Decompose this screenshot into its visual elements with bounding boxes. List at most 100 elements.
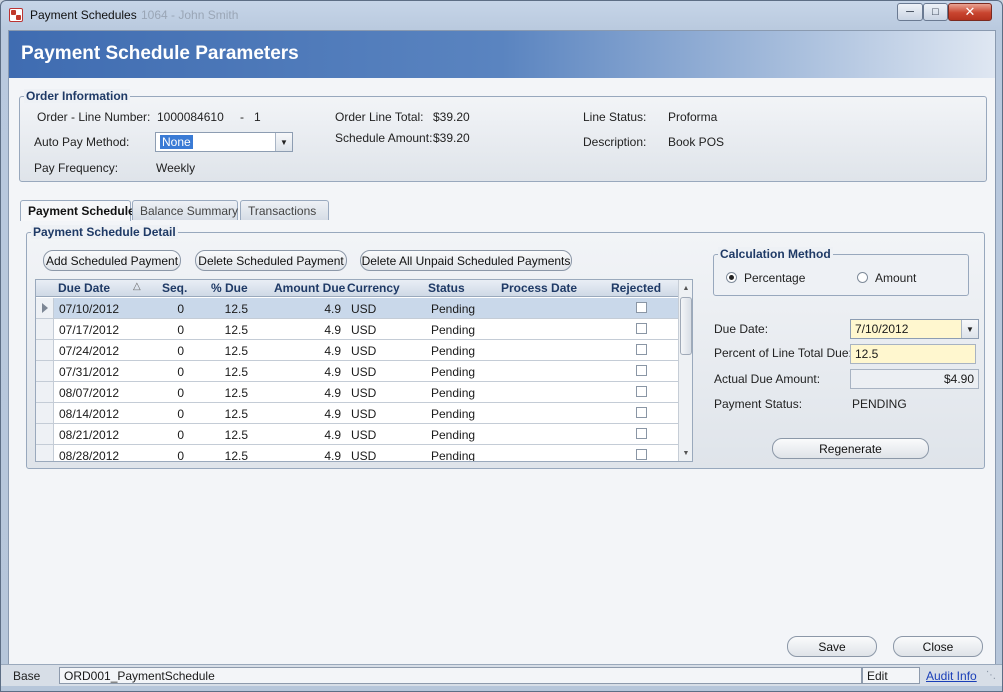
cell-currency: USD <box>351 365 377 379</box>
status-base: Base <box>13 669 41 683</box>
line-number-value: 1 <box>254 110 261 124</box>
row-selector[interactable] <box>36 298 54 318</box>
cell-status: Pending <box>431 365 476 379</box>
actual-due-amount-label: Actual Due Amount: <box>714 372 821 386</box>
rejected-checkbox[interactable] <box>636 428 647 439</box>
payment-status-label: Payment Status: <box>714 397 803 411</box>
calendar-dropdown-icon[interactable]: ▼ <box>961 320 978 338</box>
schedule-amount-value: $39.20 <box>433 131 470 145</box>
cell-pct-due: 12.5 <box>224 302 248 316</box>
due-date-value: 7/10/2012 <box>855 322 909 336</box>
row-selector[interactable] <box>36 319 54 339</box>
cell-due-date: 07/24/2012 <box>59 344 120 358</box>
rejected-checkbox[interactable] <box>636 344 647 355</box>
table-row[interactable]: 08/14/2012 0 12.5 4.9 USD Pending <box>36 403 678 424</box>
cell-pct-due: 12.5 <box>224 428 248 442</box>
row-selector[interactable] <box>36 340 54 360</box>
cell-due-date: 08/14/2012 <box>59 407 120 421</box>
cell-pct-due: 12.5 <box>224 323 248 337</box>
tab-balance-summary[interactable]: Balance Summary <box>132 200 238 220</box>
scroll-up-icon[interactable]: ▲ <box>679 280 692 296</box>
column-seq[interactable]: Seq. <box>162 281 187 295</box>
group-title-payment-schedule-detail: Payment Schedule Detail <box>31 225 178 239</box>
cell-status: Pending <box>431 386 476 400</box>
maximize-button[interactable]: □ <box>923 3 948 21</box>
audit-info-link[interactable]: Audit Info <box>926 669 977 683</box>
percent-of-line-total-input[interactable]: 12.5 <box>850 344 976 364</box>
rejected-checkbox[interactable] <box>636 449 647 460</box>
row-selector[interactable] <box>36 445 54 461</box>
rejected-checkbox[interactable] <box>636 365 647 376</box>
close-window-button[interactable]: ✕ <box>948 3 992 21</box>
table-row[interactable]: 07/17/2012 0 12.5 4.9 USD Pending <box>36 319 678 340</box>
row-selector[interactable] <box>36 361 54 381</box>
cell-seq: 0 <box>177 302 184 316</box>
page-title: Payment Schedule Parameters <box>21 43 299 64</box>
grid-vertical-scrollbar[interactable]: ▲ ▼ <box>678 280 692 461</box>
rejected-checkbox[interactable] <box>636 386 647 397</box>
rejected-checkbox[interactable] <box>636 323 647 334</box>
table-row[interactable]: 07/10/2012 0 12.5 4.9 USD Pending <box>36 298 678 319</box>
table-row[interactable]: 07/31/2012 0 12.5 4.9 USD Pending <box>36 361 678 382</box>
close-button[interactable]: Close <box>893 636 983 657</box>
cell-status: Pending <box>431 449 476 462</box>
row-selector[interactable] <box>36 403 54 423</box>
cell-currency: USD <box>351 323 377 337</box>
payment-schedule-grid[interactable]: Due Date △ Seq. % Due Amount Due Currenc… <box>35 279 693 462</box>
delete-all-unpaid-button[interactable]: Delete All Unpaid Scheduled Payments <box>360 250 572 271</box>
rejected-checkbox[interactable] <box>636 302 647 313</box>
column-due-date[interactable]: Due Date <box>58 281 110 295</box>
amount-label[interactable]: Amount <box>875 271 916 285</box>
regenerate-button[interactable]: Regenerate <box>772 438 929 459</box>
minimize-button[interactable]: ─ <box>897 3 923 21</box>
tab-payment-schedule[interactable]: Payment Schedule <box>20 200 135 221</box>
column-pct-due[interactable]: % Due <box>211 281 248 295</box>
table-row[interactable]: 07/24/2012 0 12.5 4.9 USD Pending <box>36 340 678 361</box>
cell-due-date: 07/10/2012 <box>59 302 120 316</box>
sort-asc-icon[interactable]: △ <box>133 281 141 292</box>
save-button[interactable]: Save <box>787 636 877 657</box>
minimize-icon: ─ <box>906 6 914 18</box>
resize-grip-icon[interactable]: ⋱ <box>986 670 996 681</box>
cell-currency: USD <box>351 428 377 442</box>
table-row[interactable]: 08/28/2012 0 12.5 4.9 USD Pending <box>36 445 678 462</box>
table-row[interactable]: 08/07/2012 0 12.5 4.9 USD Pending <box>36 382 678 403</box>
due-date-picker[interactable]: 7/10/2012 ▼ <box>850 319 979 339</box>
delete-scheduled-payment-button[interactable]: Delete Scheduled Payment <box>195 250 347 271</box>
order-number-value: 1000084610 <box>157 110 224 124</box>
status-mode: Edit <box>862 667 920 684</box>
scrollbar-thumb[interactable] <box>680 297 692 355</box>
cell-amount-due: 4.9 <box>324 302 341 316</box>
cell-currency: USD <box>351 407 377 421</box>
cell-currency: USD <box>351 302 377 316</box>
line-status-value: Proforma <box>668 110 718 124</box>
row-selector[interactable] <box>36 424 54 444</box>
chevron-down-icon[interactable]: ▼ <box>275 133 292 151</box>
table-row[interactable]: 08/21/2012 0 12.5 4.9 USD Pending <box>36 424 678 445</box>
column-process-date[interactable]: Process Date <box>501 281 577 295</box>
tab-transactions[interactable]: Transactions <box>240 200 329 220</box>
column-status[interactable]: Status <box>428 281 465 295</box>
cell-currency: USD <box>351 344 377 358</box>
percentage-radio[interactable] <box>726 272 737 283</box>
title-bar[interactable]: Payment Schedules 1064 - John Smith ─ □ … <box>1 1 1002 29</box>
description-label: Description: <box>583 135 647 149</box>
rejected-checkbox[interactable] <box>636 407 647 418</box>
column-currency[interactable]: Currency <box>347 281 400 295</box>
cell-seq: 0 <box>177 323 184 337</box>
amount-radio[interactable] <box>857 272 868 283</box>
scroll-down-icon[interactable]: ▼ <box>679 445 692 461</box>
percentage-label[interactable]: Percentage <box>744 271 805 285</box>
cell-due-date: 08/28/2012 <box>59 449 120 462</box>
cell-status: Pending <box>431 428 476 442</box>
payment-schedules-window: Payment Schedules 1064 - John Smith ─ □ … <box>0 0 1003 692</box>
cell-status: Pending <box>431 344 476 358</box>
cell-seq: 0 <box>177 344 184 358</box>
add-scheduled-payment-button[interactable]: Add Scheduled Payment <box>43 250 181 271</box>
cell-amount-due: 4.9 <box>324 449 341 462</box>
column-amount-due[interactable]: Amount Due <box>274 281 345 295</box>
column-rejected[interactable]: Rejected <box>611 281 661 295</box>
auto-pay-method-select[interactable]: None ▼ <box>155 132 293 152</box>
cell-currency: USD <box>351 449 377 462</box>
row-selector[interactable] <box>36 382 54 402</box>
